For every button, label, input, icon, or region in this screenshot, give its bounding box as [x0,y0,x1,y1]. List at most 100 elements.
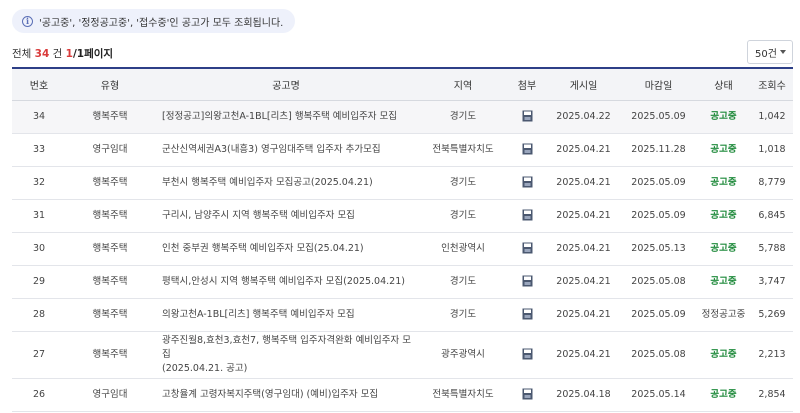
row-deadline: 2025.05.09 [621,199,696,233]
file-icon[interactable] [522,209,533,221]
file-icon[interactable] [522,308,533,320]
row-region: 경기도 [418,199,508,233]
table-row[interactable]: 27 행복주택 광주진월8,효천3,효천7, 행복주택 입주자격완화 예비입주자… [12,331,793,379]
row-deadline: 2025.05.09 [621,166,696,200]
row-views: 8,779 [751,166,793,200]
row-type: 행복주택 [66,232,154,266]
row-posted-date: 2025.04.21 [546,298,621,332]
row-posted-date: 2025.04.21 [546,232,621,266]
file-icon[interactable] [522,348,533,360]
row-attachment [508,298,546,332]
row-title-link[interactable]: 광주진월8,효천3,효천7, 행복주택 입주자격완화 예비입주자 모집 (202… [154,331,418,379]
page-size-select[interactable]: 50건 [747,40,793,64]
row-number: 33 [12,133,66,167]
total-count: 34 [34,48,50,60]
row-posted-date: 2025.04.21 [546,166,621,200]
header-region: 지역 [418,69,508,101]
file-icon[interactable] [522,242,533,254]
table-row[interactable]: 28 행복주택 의왕고천A-1BL[리츠] 행복주택 예비입주자 모집 경기도 … [12,298,793,332]
row-status: 공고중 [696,331,751,379]
row-title-link[interactable]: 의왕고천A-1BL[리츠] 행복주택 예비입주자 모집 [154,298,418,332]
table-row[interactable]: 26 영구임대 고창율계 고령자복지주택(영구임대) (예비)입주자 모집 전북… [12,378,793,412]
row-region: 전북특별자치도 [418,378,508,412]
header-deadline: 마감일 [621,69,696,101]
table-row[interactable]: 31 행복주택 구리시, 남양주시 지역 행복주택 예비입주자 모집 경기도 2… [12,199,793,233]
table-row[interactable]: 30 행복주택 인천 중부권 행복주택 예비입주자 모집(25.04.21) 인… [12,232,793,266]
header-attachment: 첨부 [508,69,546,101]
notice-table: 번호 유형 공고명 지역 첨부 게시일 마감일 상태 조회수 34 행복주택 [… [12,69,793,412]
row-region: 인천광역시 [418,232,508,266]
row-type: 행복주택 [66,265,154,299]
table-row[interactable]: 29 행복주택 평택시,안성시 지역 행복주택 예비입주자 모집(2025.04… [12,265,793,299]
row-region: 경기도 [418,265,508,299]
summary-unit: 건 [52,48,63,60]
row-status: 공고중 [696,199,751,233]
header-status: 상태 [696,69,751,101]
row-type: 행복주택 [66,166,154,200]
row-title-line2: (2025.04.21. 공고) [162,362,248,374]
row-attachment [508,133,546,167]
row-views: 2,854 [751,378,793,412]
row-status: 공고중 [696,133,751,167]
row-views: 1,018 [751,133,793,167]
row-views: 5,788 [751,232,793,266]
row-status: 정정공고중 [696,298,751,332]
page-suffix: /1페이지 [72,48,114,60]
header-number: 번호 [12,69,66,101]
row-status: 공고중 [696,232,751,266]
row-region: 광주광역시 [418,331,508,379]
row-type: 행복주택 [66,298,154,332]
file-icon[interactable] [522,143,533,155]
row-status: 공고중 [696,100,751,134]
row-attachment [508,232,546,266]
current-page: 1 [65,48,73,60]
notice-banner: i '공고중', '정정공고중', '접수중'인 공고가 모두 조회됩니다. [12,9,296,33]
header-title: 공고명 [154,69,418,101]
table-row[interactable]: 32 행복주택 부천시 행복주택 예비입주자 모집공고(2025.04.21) … [12,166,793,200]
file-icon[interactable] [522,110,533,122]
row-region: 경기도 [418,298,508,332]
row-type: 행복주택 [66,100,154,134]
row-status: 공고중 [696,378,751,412]
row-status: 공고중 [696,265,751,299]
row-attachment [508,331,546,379]
row-type: 행복주택 [66,199,154,233]
row-title-link[interactable]: 군산신역세권A3(내흥3) 영구임대주택 입주자 추가모집 [154,133,418,167]
file-icon[interactable] [522,388,533,400]
row-number: 28 [12,298,66,332]
row-attachment [508,378,546,412]
info-icon: i [22,15,33,27]
row-deadline: 2025.05.08 [621,265,696,299]
file-icon[interactable] [522,275,533,287]
row-attachment [508,199,546,233]
row-number: 27 [12,331,66,379]
row-number: 34 [12,100,66,134]
row-attachment [508,166,546,200]
row-region: 경기도 [418,100,508,134]
row-views: 1,042 [751,100,793,134]
row-type: 영구임대 [66,133,154,167]
row-deadline: 2025.05.08 [621,331,696,379]
row-type: 영구임대 [66,378,154,412]
table-body: 34 행복주택 [정정공고]의왕고천A-1BL[리츠] 행복주택 예비입주자 모… [12,100,793,412]
notice-table-container: 번호 유형 공고명 지역 첨부 게시일 마감일 상태 조회수 34 행복주택 [… [12,67,793,413]
row-posted-date: 2025.04.22 [546,100,621,134]
row-number: 29 [12,265,66,299]
row-title-link[interactable]: 부천시 행복주택 예비입주자 모집공고(2025.04.21) [154,166,418,200]
row-title-link[interactable]: 인천 중부권 행복주택 예비입주자 모집(25.04.21) [154,232,418,266]
row-type: 행복주택 [66,331,154,379]
table-header: 번호 유형 공고명 지역 첨부 게시일 마감일 상태 조회수 [12,69,793,101]
table-row[interactable]: 34 행복주택 [정정공고]의왕고천A-1BL[리츠] 행복주택 예비입주자 모… [12,100,793,134]
row-title-link[interactable]: [정정공고]의왕고천A-1BL[리츠] 행복주택 예비입주자 모집 [154,100,418,134]
table-row[interactable]: 33 영구임대 군산신역세권A3(내흥3) 영구임대주택 입주자 추가모집 전북… [12,133,793,167]
file-icon[interactable] [522,176,533,188]
row-views: 3,747 [751,265,793,299]
result-summary: 전체 34 건 1/1페이지 [12,46,113,61]
row-title-link[interactable]: 평택시,안성시 지역 행복주택 예비입주자 모집(2025.04.21) [154,265,418,299]
row-title-link[interactable]: 고창율계 고령자복지주택(영구임대) (예비)입주자 모집 [154,378,418,412]
row-deadline: 2025.05.14 [621,378,696,412]
row-title-link[interactable]: 구리시, 남양주시 지역 행복주택 예비입주자 모집 [154,199,418,233]
row-views: 6,845 [751,199,793,233]
notice-list-page: i '공고중', '정정공고중', '접수중'인 공고가 모두 조회됩니다. 전… [0,0,800,413]
row-deadline: 2025.11.28 [621,133,696,167]
